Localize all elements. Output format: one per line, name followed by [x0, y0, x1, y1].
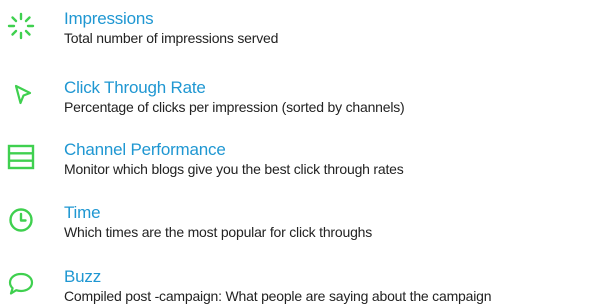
feature-title: Click Through Rate [64, 78, 206, 97]
feature-click-through-rate: Click Through Rate Percentage of clicks … [0, 78, 608, 126]
feature-description: Total number of impressions served [64, 30, 279, 46]
spinner-icon [6, 11, 36, 41]
cursor-icon [6, 80, 36, 110]
feature-title: Channel Performance [64, 140, 226, 159]
feature-title: Impressions [64, 9, 154, 28]
feature-channel-performance: Channel Performance Monitor which blogs … [0, 140, 608, 188]
feature-description: Monitor which blogs give you the best cl… [64, 161, 404, 177]
clock-icon [6, 205, 36, 235]
feature-time: Time Which times are the most popular fo… [0, 203, 608, 251]
list-icon [6, 142, 36, 172]
feature-description: Which times are the most popular for cli… [64, 224, 373, 240]
feature-description: Compiled post -campaign: What people are… [64, 288, 492, 304]
feature-description: Percentage of clicks per impression (sor… [64, 99, 405, 115]
feature-title: Time [64, 203, 101, 222]
feature-impressions: Impressions Total number of impressions … [0, 9, 608, 57]
feature-buzz: Buzz Compiled post -campaign: What peopl… [0, 267, 608, 308]
feature-title: Buzz [64, 267, 101, 286]
speech-bubble-icon [6, 269, 36, 299]
